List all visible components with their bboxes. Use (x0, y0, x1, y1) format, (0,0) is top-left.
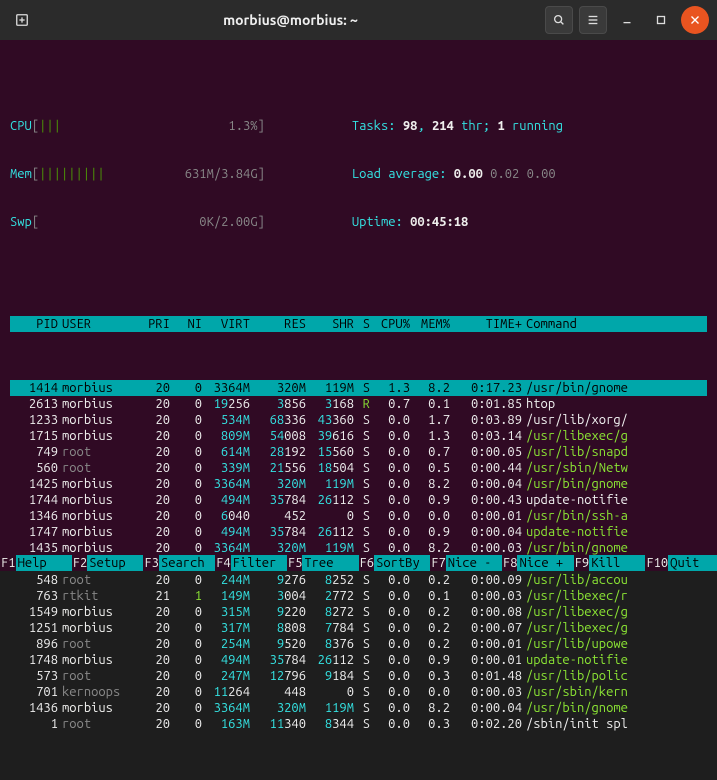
hdr-user[interactable]: USER (58, 316, 130, 332)
process-row[interactable]: 1747morbius200494M3578426112S0.00.90:00.… (10, 524, 707, 540)
hdr-ni[interactable]: NI (170, 316, 202, 332)
fkey-f7[interactable]: F7Nice - (430, 555, 502, 571)
hdr-pid[interactable]: PID (10, 316, 58, 332)
process-row[interactable]: 763rtkit211149M30042772S0.00.10:00.03/us… (10, 588, 707, 604)
process-header[interactable]: PID USER PRI NI VIRT RES SHR S CPU% MEM%… (10, 316, 707, 332)
process-row[interactable]: 1748morbius200494M3578426112S0.00.90:00.… (10, 652, 707, 668)
hdr-pri[interactable]: PRI (130, 316, 170, 332)
fkey-f4[interactable]: F4Filter (215, 555, 287, 571)
fkey-f3[interactable]: F3Search (143, 555, 215, 571)
process-row[interactable]: 573root200247M127969184S0.00.30:01.48/us… (10, 668, 707, 684)
hdr-virt[interactable]: VIRT (202, 316, 250, 332)
process-row[interactable]: 548root200244M92768252S0.00.20:00.09/usr… (10, 572, 707, 588)
fkey-f10[interactable]: F10Quit (645, 555, 717, 571)
terminal[interactable]: CPU[||| 1.3%] Tasks: 98, 214 thr; 1 runn… (0, 40, 717, 571)
hdr-mem[interactable]: MEM% (410, 316, 450, 332)
hdr-time[interactable]: TIME+ (450, 316, 522, 332)
swap-meter: Swp[ 0K/2.00G] (10, 214, 330, 230)
hdr-shr[interactable]: SHR (306, 316, 354, 332)
process-row[interactable]: 560root200339M2155618504S0.00.50:00.44/u… (10, 460, 707, 476)
process-row[interactable]: 1549morbius200315M92208272S0.00.20:00.08… (10, 604, 707, 620)
fkey-f1[interactable]: F1Help (0, 555, 72, 571)
new-tab-button[interactable] (8, 6, 36, 34)
hdr-s[interactable]: S (354, 316, 370, 332)
process-row[interactable]: 1715morbius200809M5400839616S0.01.30:03.… (10, 428, 707, 444)
process-row[interactable]: 1251morbius200317M88087784S0.00.20:00.07… (10, 620, 707, 636)
process-row[interactable]: 896root200254M95208376S0.00.20:00.01/usr… (10, 636, 707, 652)
process-row[interactable]: 1425morbius2003364M320M119MS0.08.20:00.0… (10, 476, 707, 492)
fkey-f2[interactable]: F2Setup (72, 555, 144, 571)
search-button[interactable] (545, 6, 573, 34)
menu-button[interactable] (579, 6, 607, 34)
minimize-button[interactable] (613, 6, 641, 34)
window-title: morbius@morbius: ~ (44, 12, 537, 28)
mem-meter: Mem[||||||||| 631M/3.84G] (10, 166, 330, 182)
function-keys: F1Help F2Setup F3SearchF4FilterF5Tree F6… (0, 555, 717, 571)
fkey-f8[interactable]: F8Nice + (502, 555, 574, 571)
fkey-f9[interactable]: F9Kill (574, 555, 646, 571)
fkey-f6[interactable]: F6SortBy (359, 555, 431, 571)
fkey-f5[interactable]: F5Tree (287, 555, 359, 571)
process-row[interactable]: 1744morbius200494M3578426112S0.00.90:00.… (10, 492, 707, 508)
tasks-line: Tasks: 98, 214 thr; 1 running (330, 118, 707, 134)
process-row[interactable]: 1root200163M113408344S0.00.30:02.20/sbin… (10, 716, 707, 732)
titlebar: morbius@morbius: ~ (0, 0, 717, 40)
cpu-meter: CPU[||| 1.3%] (10, 118, 330, 134)
close-button[interactable] (681, 6, 709, 34)
load-line: Load average: 0.00 0.02 0.00 (330, 166, 707, 182)
process-row[interactable]: 1346morbius20060404520S0.00.00:00.01/usr… (10, 508, 707, 524)
process-row[interactable]: 1436morbius2003364M320M119MS0.08.20:00.0… (10, 700, 707, 716)
process-row[interactable]: 2613morbius2001925638563168R0.70.10:01.8… (10, 396, 707, 412)
hdr-res[interactable]: RES (250, 316, 306, 332)
maximize-button[interactable] (647, 6, 675, 34)
process-row[interactable]: 701kernoops200112644480S0.00.00:00.03/us… (10, 684, 707, 700)
hdr-cpu[interactable]: CPU% (370, 316, 410, 332)
hdr-cmd[interactable]: Command (522, 316, 703, 332)
process-row[interactable]: 749root200614M2819215560S0.00.70:00.05/u… (10, 444, 707, 460)
process-row[interactable]: 1233morbius200534M6833643360S0.01.70:03.… (10, 412, 707, 428)
uptime-line: Uptime: 00:45:18 (330, 214, 707, 230)
process-row[interactable]: 1435morbius2003364M320M119MS0.08.20:00.0… (10, 540, 707, 556)
meters: CPU[||| 1.3%] Tasks: 98, 214 thr; 1 runn… (10, 86, 707, 262)
process-row[interactable]: 1414morbius2003364M320M119MS1.38.20:17.2… (10, 380, 707, 396)
